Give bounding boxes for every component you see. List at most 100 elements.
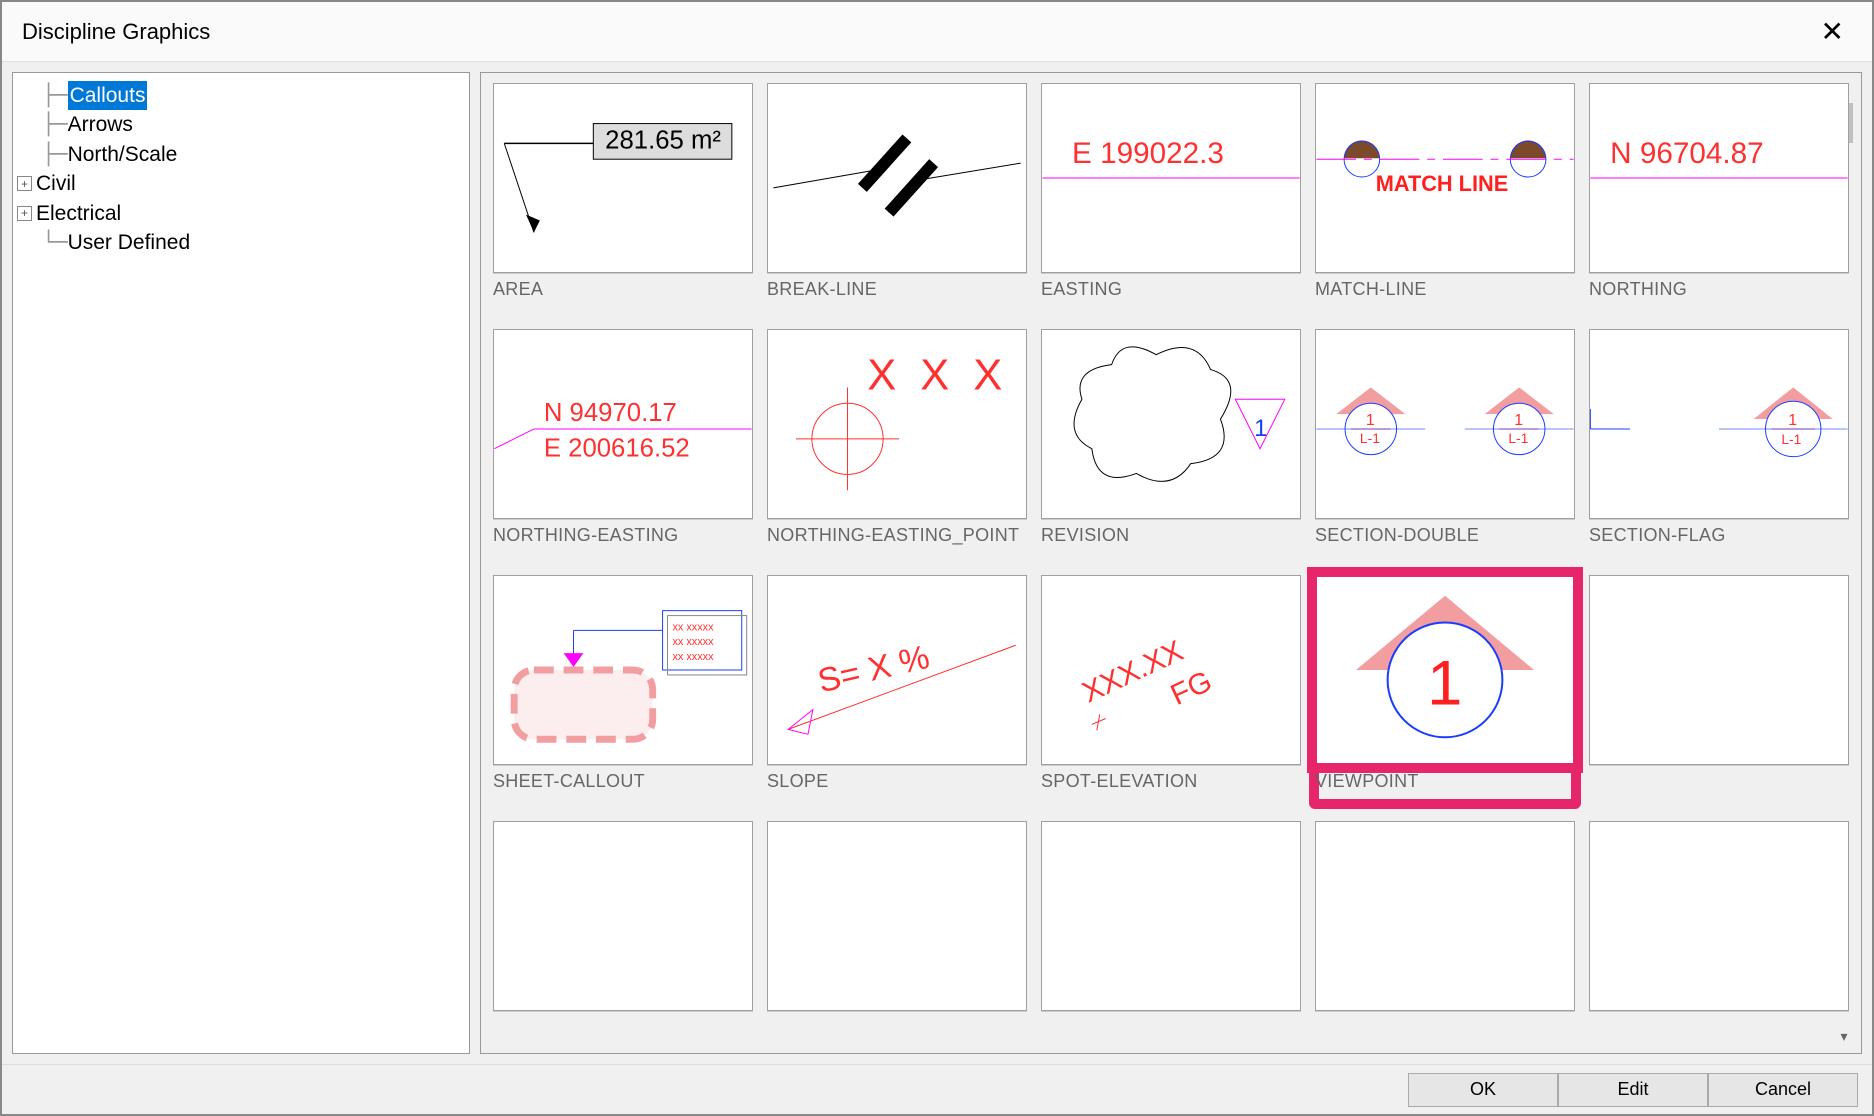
tile-empty[interactable]: [1589, 821, 1849, 1053]
tile-preview: X X X: [767, 329, 1027, 519]
svg-text:1: 1: [1788, 412, 1797, 429]
svg-text:1: 1: [1427, 649, 1462, 719]
svg-text:xx xxxxx: xx xxxxx: [672, 636, 714, 648]
tree-label: Arrows: [68, 110, 133, 139]
tile-empty[interactable]: [1315, 821, 1575, 1053]
tile-label: MATCH-LINE: [1315, 279, 1575, 300]
svg-text:281.65 m²: 281.65 m²: [605, 126, 721, 154]
tile-preview: S= X %: [767, 575, 1027, 765]
tile-preview: 1: [1041, 329, 1301, 519]
svg-text:E 200616.52: E 200616.52: [544, 435, 690, 463]
tile-easting[interactable]: E 199022.3 EASTING: [1041, 83, 1301, 315]
tree-label: Electrical: [36, 199, 121, 228]
svg-text:1: 1: [1514, 412, 1523, 429]
tile-match-line[interactable]: MATCH LINE MATCH-LINE: [1315, 83, 1575, 315]
tile-label: SECTION-DOUBLE: [1315, 525, 1575, 546]
tile-preview: 1: [1315, 575, 1575, 765]
expand-icon[interactable]: +: [17, 206, 32, 221]
tile-label: AREA: [493, 279, 753, 300]
svg-text:xx xxxxx: xx xxxxx: [672, 621, 714, 633]
tile-preview: N 96704.87: [1589, 83, 1849, 273]
tile-label: EASTING: [1041, 279, 1301, 300]
tile-preview: 281.65 m²: [493, 83, 753, 273]
tile-section-double[interactable]: 1 L-1 1 L-1 SECTION-DOUBLE: [1315, 329, 1575, 561]
svg-text:N 94970.17: N 94970.17: [544, 399, 677, 427]
window-title: Discipline Graphics: [22, 19, 1813, 45]
close-icon[interactable]: ✕: [1813, 15, 1852, 48]
tile-label: SLOPE: [767, 771, 1027, 792]
tile-label: BREAK-LINE: [767, 279, 1027, 300]
svg-text:XXX.XX: XXX.XX: [1077, 634, 1188, 709]
svg-text:FG: FG: [1166, 665, 1217, 712]
svg-text:S= X %: S= X %: [814, 639, 933, 700]
tile-label: REVISION: [1041, 525, 1301, 546]
tile-preview: [1041, 821, 1301, 1011]
svg-text:X X X: X X X: [867, 351, 1008, 399]
tile-viewpoint[interactable]: 1 VIEWPOINT: [1315, 575, 1575, 807]
tree-sidebar: ├─ Callouts ├─ Arrows ├─ North/Scale + C…: [12, 72, 470, 1054]
svg-text:MATCH LINE: MATCH LINE: [1376, 171, 1509, 196]
scroll-down-icon[interactable]: ▾: [1833, 1025, 1855, 1047]
tile-northing-easting[interactable]: N 94970.17 E 200616.52 NORTHING-EASTING: [493, 329, 753, 561]
tile-preview: [1315, 821, 1575, 1011]
tile-spot-elevation[interactable]: XXX.XX FG SPOT-ELEVATION: [1041, 575, 1301, 807]
expand-icon[interactable]: +: [17, 176, 32, 191]
tree-item-civil[interactable]: + Civil: [17, 169, 465, 198]
tile-revision[interactable]: 1 REVISION: [1041, 329, 1301, 561]
tree-label: Callouts: [68, 81, 148, 110]
tile-section-flag[interactable]: 1 L-1 SECTION-FLAG: [1589, 329, 1849, 561]
graphics-grid: 281.65 m² AREA: [493, 83, 1849, 1053]
tile-label: SECTION-FLAG: [1589, 525, 1849, 546]
tile-label: VIEWPOINT: [1315, 771, 1575, 792]
tile-label: SPOT-ELEVATION: [1041, 771, 1301, 792]
tile-slope[interactable]: S= X % SLOPE: [767, 575, 1027, 807]
tile-preview: XXX.XX FG: [1041, 575, 1301, 765]
tile-sheet-callout[interactable]: xx xxxxx xx xxxxx xx xxxxx SHEET-CALLOUT: [493, 575, 753, 807]
svg-text:1: 1: [1366, 412, 1375, 429]
svg-text:L-1: L-1: [1781, 431, 1801, 447]
tile-break-line[interactable]: BREAK-LINE: [767, 83, 1027, 315]
tile-northing[interactable]: N 96704.87 NORTHING: [1589, 83, 1849, 315]
svg-text:N 96704.87: N 96704.87: [1610, 137, 1763, 170]
graphics-grid-panel: ▴ ▾ 281.65 m² AREA: [480, 72, 1862, 1054]
dialog-footer: OK Edit Cancel: [2, 1064, 1872, 1114]
tile-preview: xx xxxxx xx xxxxx xx xxxxx: [493, 575, 753, 765]
titlebar: Discipline Graphics ✕: [2, 2, 1872, 62]
tile-label: NORTHING-EASTING: [493, 525, 753, 546]
tile-preview: MATCH LINE: [1315, 83, 1575, 273]
svg-text:1: 1: [1254, 416, 1267, 442]
tile-preview: E 199022.3: [1041, 83, 1301, 273]
tile-preview: [1589, 821, 1849, 1011]
tile-preview: [767, 821, 1027, 1011]
dialog-window: Discipline Graphics ✕ ├─ Callouts ├─ Arr…: [0, 0, 1874, 1116]
tile-empty[interactable]: [767, 821, 1027, 1053]
svg-text:E 199022.3: E 199022.3: [1072, 137, 1224, 170]
tile-preview: 1 L-1 1 L-1: [1315, 329, 1575, 519]
tree-label: North/Scale: [68, 140, 178, 169]
ok-button[interactable]: OK: [1408, 1073, 1558, 1107]
tree-label: User Defined: [68, 228, 191, 257]
svg-text:L-1: L-1: [1360, 430, 1380, 446]
tree-item-callouts[interactable]: ├─ Callouts: [17, 81, 465, 110]
tile-label: SHEET-CALLOUT: [493, 771, 753, 792]
tree-item-north-scale[interactable]: ├─ North/Scale: [17, 140, 465, 169]
tile-empty[interactable]: [1041, 821, 1301, 1053]
tree-label: Civil: [36, 169, 76, 198]
tile-preview: 1 L-1: [1589, 329, 1849, 519]
edit-button[interactable]: Edit: [1558, 1073, 1708, 1107]
cancel-button[interactable]: Cancel: [1708, 1073, 1858, 1107]
svg-text:L-1: L-1: [1508, 430, 1528, 446]
tile-empty[interactable]: [493, 821, 753, 1053]
tree-item-electrical[interactable]: + Electrical: [17, 199, 465, 228]
tile-preview: [1589, 575, 1849, 765]
tile-area[interactable]: 281.65 m² AREA: [493, 83, 753, 315]
tile-preview: [767, 83, 1027, 273]
tree-item-user-defined[interactable]: └─ User Defined: [17, 228, 465, 257]
tile-empty[interactable]: [1589, 575, 1849, 807]
tile-northing-easting-point[interactable]: X X X NORTHING-EASTING_POINT: [767, 329, 1027, 561]
tile-label: NORTHING-EASTING_POINT: [767, 525, 1027, 546]
tile-label: NORTHING: [1589, 279, 1849, 300]
tile-preview: N 94970.17 E 200616.52: [493, 329, 753, 519]
tile-preview: [493, 821, 753, 1011]
tree-item-arrows[interactable]: ├─ Arrows: [17, 110, 465, 139]
